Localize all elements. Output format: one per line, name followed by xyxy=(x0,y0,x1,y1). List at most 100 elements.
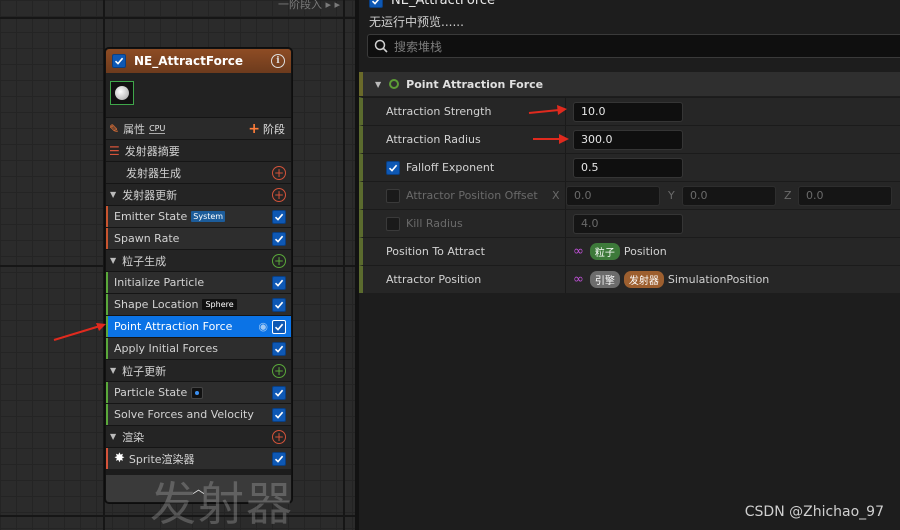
module-enable-checkbox[interactable] xyxy=(272,231,286,246)
node-enable-checkbox[interactable] xyxy=(112,54,126,68)
link-icon[interactable]: ∞ xyxy=(573,272,584,287)
kill-radius-input[interactable]: 4.0 xyxy=(573,213,683,234)
graph-top-label: 一阶段入 ▸ ▸ xyxy=(278,0,341,11)
emitter-spawn-label: 发射器生成 xyxy=(126,166,181,180)
collapse-triangle-icon[interactable]: ▼ xyxy=(110,366,116,375)
red-arrow-annotation xyxy=(53,323,106,341)
properties-label: 属性 xyxy=(123,122,146,136)
emitter-update-section[interactable]: ▼ 发射器更新 + xyxy=(106,183,291,205)
x-axis-label: X xyxy=(552,189,560,202)
module-label: Initialize Particle xyxy=(114,276,205,289)
module-label: Shape Location xyxy=(114,298,199,311)
pencil-icon: ✎ xyxy=(109,121,120,136)
module-point-attraction-force[interactable]: Point Attraction Force ◉ xyxy=(106,315,291,337)
param-attractor-position[interactable]: Attractor Position ∞ 引擎 发射器 SimulationPo… xyxy=(359,265,900,293)
module-label: Emitter State xyxy=(114,210,188,223)
falloff-enable-checkbox[interactable] xyxy=(386,160,400,175)
namespace-pill: 引擎 xyxy=(589,271,620,288)
module-enable-checkbox[interactable] xyxy=(272,451,286,466)
collapse-triangle-icon[interactable]: ▼ xyxy=(110,190,116,199)
module-solve-forces[interactable]: Solve Forces and Velocity xyxy=(106,403,291,425)
plus-icon: + xyxy=(248,120,260,137)
collapse-triangle-icon[interactable]: ▼ xyxy=(110,432,116,441)
collapse-triangle-icon[interactable]: ▼ xyxy=(375,80,381,89)
particle-state-badge xyxy=(191,386,204,399)
module-label: Point Attraction Force xyxy=(114,320,233,333)
panel-title: NE_AttractForce xyxy=(391,0,496,8)
module-shape-location[interactable]: Shape Location Sphere xyxy=(106,293,291,315)
module-sprite-renderer[interactable]: ✸ Sprite渲染器 xyxy=(106,447,291,469)
panel-enable-checkbox[interactable] xyxy=(369,0,383,8)
module-apply-initial-forces[interactable]: Apply Initial Forces xyxy=(106,337,291,359)
particle-update-section[interactable]: ▼ 粒子更新 + xyxy=(106,359,291,381)
particle-spawn-section[interactable]: ▼ 粒子生成 + xyxy=(106,249,291,271)
credit-watermark: CSDN @Zhichao_97 xyxy=(744,504,884,520)
emitter-thumbnail[interactable] xyxy=(110,81,134,105)
render-label: 渲染 xyxy=(122,430,145,444)
link-icon[interactable]: ∞ xyxy=(573,244,584,259)
module-enable-checkbox[interactable] xyxy=(272,319,286,334)
param-name: Attractor Position xyxy=(386,273,482,286)
checkmark-icon xyxy=(274,411,284,419)
emitter-summary-row[interactable]: ☰ 发射器摘要 xyxy=(106,139,291,161)
module-enable-checkbox[interactable] xyxy=(272,407,286,422)
module-spawn-rate[interactable]: Spawn Rate xyxy=(106,227,291,249)
sphere-preview-icon xyxy=(115,86,129,100)
param-attraction-radius[interactable]: Attraction Radius 300.0 xyxy=(359,125,900,153)
attraction-radius-input[interactable]: 300.0 xyxy=(573,129,683,150)
offset-x-input[interactable]: 0.0 xyxy=(566,185,660,206)
offset-z-input[interactable]: 0.0 xyxy=(798,185,892,206)
param-position-to-attract[interactable]: Position To Attract ∞ 粒子 Position xyxy=(359,237,900,265)
module-enable-checkbox[interactable] xyxy=(272,275,286,290)
offset-y-input[interactable]: 0.0 xyxy=(682,185,776,206)
param-name: Falloff Exponent xyxy=(406,161,495,174)
module-initialize-particle[interactable]: Initialize Particle xyxy=(106,271,291,293)
red-arrow-annotation xyxy=(528,105,567,115)
add-module-icon[interactable]: + xyxy=(272,165,286,180)
param-attraction-strength[interactable]: Attraction Strength 10.0 xyxy=(359,97,900,125)
add-module-icon[interactable]: + xyxy=(272,253,286,268)
cpu-badge: CPU xyxy=(149,123,166,134)
add-module-icon[interactable]: + xyxy=(272,429,286,444)
particle-spawn-label: 粒子生成 xyxy=(122,254,167,268)
checkmark-icon xyxy=(274,235,284,243)
collapse-triangle-icon[interactable]: ▼ xyxy=(110,256,116,265)
offset-enable-checkbox[interactable] xyxy=(386,188,400,203)
module-category-header[interactable]: ▼ Point Attraction Force xyxy=(359,72,900,96)
param-falloff-exponent[interactable]: Falloff Exponent 0.5 xyxy=(359,153,900,181)
attraction-strength-input[interactable]: 10.0 xyxy=(573,101,683,122)
module-particle-state[interactable]: Particle State xyxy=(106,381,291,403)
module-emitter-state[interactable]: Emitter State System xyxy=(106,205,291,227)
emitter-node[interactable]: NE_AttractForce i ✎ 属性 CPU + 阶段 ☰ 发射器摘要 发… xyxy=(105,48,292,503)
properties-row[interactable]: ✎ 属性 CPU + 阶段 xyxy=(106,117,291,139)
add-stage-button[interactable]: + 阶段 xyxy=(248,121,288,137)
section-title: Point Attraction Force xyxy=(406,77,544,91)
node-header[interactable]: NE_AttractForce i xyxy=(106,49,291,73)
search-placeholder: 搜索堆栈 xyxy=(394,39,443,54)
param-kill-radius[interactable]: Kill Radius 4.0 xyxy=(359,209,900,237)
module-enable-checkbox[interactable] xyxy=(272,297,286,312)
system-badge: System xyxy=(191,211,226,222)
kill-radius-enable-checkbox[interactable] xyxy=(386,216,400,231)
emitter-update-label: 发射器更新 xyxy=(122,188,178,202)
falloff-exponent-input[interactable]: 0.5 xyxy=(573,157,683,178)
graph-canvas[interactable]: 一阶段入 ▸ ▸ NE_AttractForce i ✎ 属性 CPU + 阶段 … xyxy=(0,0,355,530)
emitter-spawn-row[interactable]: 发射器生成 + xyxy=(106,161,291,183)
checkmark-icon xyxy=(274,345,284,353)
module-enable-checkbox[interactable] xyxy=(272,341,286,356)
module-label: Sprite渲染器 xyxy=(128,452,195,466)
add-module-icon[interactable]: + xyxy=(272,187,286,202)
stack-search-input[interactable]: 搜索堆栈 xyxy=(367,34,900,58)
emitter-watermark: 发射器 xyxy=(150,477,294,530)
panel-header: NE_AttractForce xyxy=(369,0,495,8)
param-attractor-position-offset[interactable]: Attractor Position Offset X 0.0 Y 0.0 Z … xyxy=(359,181,900,209)
render-section[interactable]: ▼ 渲染 + xyxy=(106,425,291,447)
checkmark-icon xyxy=(274,455,284,463)
module-enable-checkbox[interactable] xyxy=(272,209,286,224)
linked-value: SimulationPosition xyxy=(667,273,770,286)
add-module-icon[interactable]: + xyxy=(272,363,286,378)
module-enable-checkbox[interactable] xyxy=(272,385,286,400)
eye-icon[interactable]: ◉ xyxy=(258,320,268,333)
info-icon[interactable]: i xyxy=(271,54,285,68)
namespace-pill: 粒子 xyxy=(589,243,620,260)
